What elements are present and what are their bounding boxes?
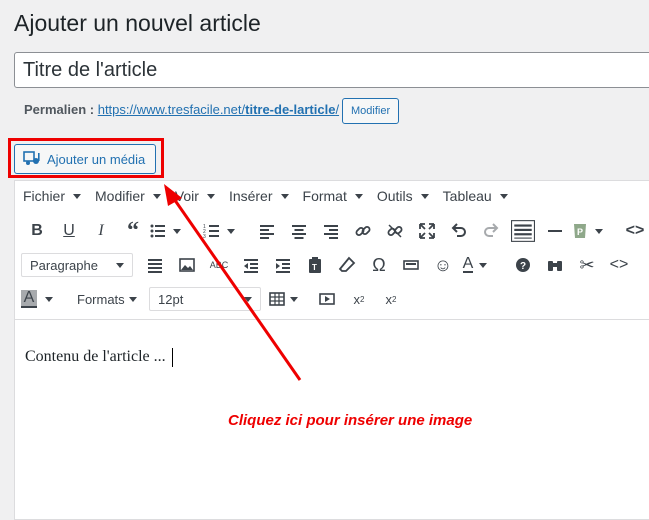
help-icon[interactable]: ? (507, 251, 539, 279)
menu-modifier[interactable]: Modifier (95, 188, 161, 204)
caret-down-icon (354, 193, 363, 199)
numbered-list-icon[interactable]: 123 (203, 217, 235, 245)
menu-format[interactable]: Format (303, 188, 363, 204)
superscript-icon[interactable]: x2 (375, 285, 407, 313)
align-right-icon[interactable] (315, 217, 347, 245)
source-code-icon[interactable]: <> (603, 251, 635, 279)
outdent-icon[interactable] (235, 251, 267, 279)
svg-text:T: T (312, 263, 317, 272)
link-icon[interactable] (347, 217, 379, 245)
text-cursor (171, 348, 173, 367)
highlight-box (8, 138, 164, 178)
cut-icon[interactable]: ✂ (571, 251, 603, 279)
align-center-icon[interactable] (283, 217, 315, 245)
menu-voir[interactable]: Voir (175, 188, 215, 204)
caret-down-icon (73, 193, 82, 199)
paste-text-icon[interactable]: T (299, 251, 331, 279)
caret-down-icon (420, 193, 429, 199)
caret-down-icon (206, 193, 215, 199)
indent-icon[interactable] (267, 251, 299, 279)
formats-select[interactable]: Formats (69, 287, 143, 311)
toolbar-row-1: B U I “ 123 P <> (15, 215, 649, 247)
horizontal-line-icon[interactable] (539, 217, 571, 245)
svg-text:P: P (577, 227, 583, 237)
font-size-select[interactable]: 12pt (149, 287, 261, 311)
unlink-icon[interactable] (379, 217, 411, 245)
caret-down-icon (152, 193, 161, 199)
permalink-label: Permalien : (24, 102, 95, 117)
menu-tableau[interactable]: Tableau (443, 188, 508, 204)
svg-text:?: ? (520, 261, 526, 272)
image-icon[interactable] (171, 251, 203, 279)
justify-icon[interactable] (139, 251, 171, 279)
editor-content-text[interactable]: Contenu de l'article ... (25, 348, 173, 367)
underline-icon[interactable]: U (53, 217, 85, 245)
align-left-icon[interactable] (251, 217, 283, 245)
bold-icon[interactable]: B (21, 217, 53, 245)
undo-icon[interactable] (443, 217, 475, 245)
italic-icon[interactable]: I (85, 217, 117, 245)
special-character-icon[interactable]: Ω (363, 251, 395, 279)
find-replace-icon[interactable] (539, 251, 571, 279)
annotation-text: Cliquez ici pour insérer une image (228, 412, 473, 429)
redo-icon[interactable] (475, 217, 507, 245)
clear-formatting-icon[interactable] (331, 251, 363, 279)
editor-menubar: Fichier Modifier Voir Insérer Format Out… (15, 181, 649, 211)
editor: Fichier Modifier Voir Insérer Format Out… (14, 180, 649, 520)
background-color-icon[interactable]: A (20, 285, 54, 313)
code-icon[interactable]: <> (619, 217, 649, 245)
emoji-icon[interactable]: ☺ (427, 251, 459, 279)
svg-text:3: 3 (203, 234, 206, 240)
post-title-input[interactable] (14, 52, 649, 88)
toolbar-row-2: Paragraphe ABC T Ω ☺ A ? ✂ <> (15, 249, 649, 281)
menu-outils[interactable]: Outils (377, 188, 429, 204)
permalink-link[interactable]: https://www.tresfacile.net/titre-de-lart… (98, 102, 339, 117)
menu-fichier[interactable]: Fichier (23, 188, 82, 204)
block-format-select[interactable]: Paragraphe (21, 253, 133, 277)
edit-permalink-button[interactable]: Modifier (342, 98, 400, 124)
bullet-list-icon[interactable] (149, 217, 181, 245)
caret-down-icon (499, 193, 508, 199)
subscript-icon[interactable]: x2 (343, 285, 375, 313)
caret-down-icon (280, 193, 289, 199)
toolbar-row-3: A Formats 12pt x2 x2 (15, 283, 649, 315)
fullscreen-icon[interactable] (411, 217, 443, 245)
blockquote-icon[interactable]: “ (117, 217, 149, 245)
media-embed-icon[interactable] (311, 285, 343, 313)
keyboard-icon[interactable] (395, 251, 427, 279)
text-color-icon[interactable]: A (459, 251, 491, 279)
menu-inserer[interactable]: Insérer (229, 188, 289, 204)
spellcheck-icon[interactable]: ABC (203, 251, 235, 279)
toolbar-toggle-icon[interactable] (507, 217, 539, 245)
permalink: Permalien : https://www.tresfacile.net/t… (24, 102, 339, 117)
table-icon[interactable] (267, 285, 299, 313)
plugin-p-icon[interactable]: P (571, 217, 603, 245)
page-title: Ajouter un nouvel article (14, 10, 261, 36)
